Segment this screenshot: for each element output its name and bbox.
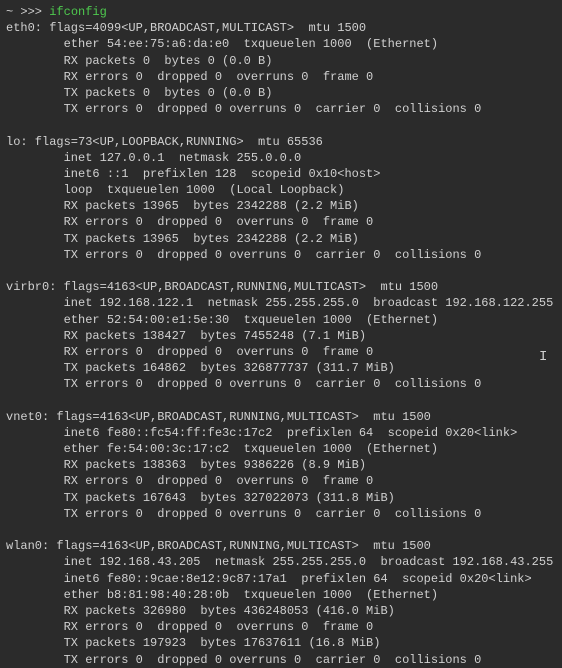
output-line: RX errors 0 dropped 0 overruns 0 frame 0 (6, 473, 556, 489)
interface-block-virbr0: virbr0: flags=4163<UP,BROADCAST,RUNNING,… (6, 279, 556, 392)
output-line: inet6 fe80::fc54:ff:fe3c:17c2 prefixlen … (6, 425, 556, 441)
output-line: TX errors 0 dropped 0 overruns 0 carrier… (6, 506, 556, 522)
output-line: inet6 ::1 prefixlen 128 scopeid 0x10<hos… (6, 166, 556, 182)
output-line: RX packets 138363 bytes 9386226 (8.9 MiB… (6, 457, 556, 473)
output-line: inet 127.0.0.1 netmask 255.0.0.0 (6, 150, 556, 166)
blank-line (6, 263, 556, 279)
output-line: TX packets 164862 bytes 326877737 (311.7… (6, 360, 556, 376)
output-line: ether 52:54:00:e1:5e:30 txqueuelen 1000 … (6, 312, 556, 328)
output-line: RX errors 0 dropped 0 overruns 0 frame 0 (6, 69, 556, 85)
terminal-output[interactable]: eth0: flags=4099<UP,BROADCAST,MULTICAST>… (6, 20, 556, 668)
output-line: loop txqueuelen 1000 (Local Loopback) (6, 182, 556, 198)
interface-block-eth0: eth0: flags=4099<UP,BROADCAST,MULTICAST>… (6, 20, 556, 117)
interface-header: eth0: flags=4099<UP,BROADCAST,MULTICAST>… (6, 20, 556, 36)
output-line: TX packets 197923 bytes 17637611 (16.8 M… (6, 635, 556, 651)
output-line: RX packets 326980 bytes 436248053 (416.0… (6, 603, 556, 619)
command-text: ifconfig (49, 5, 107, 19)
output-line: TX errors 0 dropped 0 overruns 0 carrier… (6, 101, 556, 117)
output-line: TX errors 0 dropped 0 overruns 0 carrier… (6, 376, 556, 392)
output-line: RX packets 138427 bytes 7455248 (7.1 MiB… (6, 328, 556, 344)
output-line: RX packets 13965 bytes 2342288 (2.2 MiB) (6, 198, 556, 214)
interface-block-lo: lo: flags=73<UP,LOOPBACK,RUNNING> mtu 65… (6, 134, 556, 264)
interface-header: wlan0: flags=4163<UP,BROADCAST,RUNNING,M… (6, 538, 556, 554)
output-line: RX errors 0 dropped 0 overruns 0 frame 0 (6, 344, 556, 360)
output-line: TX packets 0 bytes 0 (0.0 B) (6, 85, 556, 101)
output-line: TX packets 13965 bytes 2342288 (2.2 MiB) (6, 231, 556, 247)
prompt-line[interactable]: ~ >>> ifconfig (6, 4, 556, 20)
output-line: inet 192.168.122.1 netmask 255.255.255.0… (6, 295, 556, 311)
output-line: inet6 fe80::9cae:8e12:9c87:17a1 prefixle… (6, 571, 556, 587)
interface-block-wlan0: wlan0: flags=4163<UP,BROADCAST,RUNNING,M… (6, 538, 556, 668)
output-line: RX errors 0 dropped 0 overruns 0 frame 0 (6, 214, 556, 230)
output-line: TX packets 167643 bytes 327022073 (311.8… (6, 490, 556, 506)
output-line: RX packets 0 bytes 0 (0.0 B) (6, 53, 556, 69)
output-line: ether 54:ee:75:a6:da:e0 txqueuelen 1000 … (6, 36, 556, 52)
output-line: TX errors 0 dropped 0 overruns 0 carrier… (6, 652, 556, 668)
output-line: TX errors 0 dropped 0 overruns 0 carrier… (6, 247, 556, 263)
interface-header: lo: flags=73<UP,LOOPBACK,RUNNING> mtu 65… (6, 134, 556, 150)
prompt-prefix: ~ >>> (6, 5, 49, 19)
blank-line (6, 522, 556, 538)
output-line: ether b8:81:98:40:28:0b txqueuelen 1000 … (6, 587, 556, 603)
blank-line (6, 117, 556, 133)
output-line: ether fe:54:00:3c:17:c2 txqueuelen 1000 … (6, 441, 556, 457)
output-line: inet 192.168.43.205 netmask 255.255.255.… (6, 554, 556, 570)
interface-header: virbr0: flags=4163<UP,BROADCAST,RUNNING,… (6, 279, 556, 295)
blank-line (6, 393, 556, 409)
interface-block-vnet0: vnet0: flags=4163<UP,BROADCAST,RUNNING,M… (6, 409, 556, 522)
interface-header: vnet0: flags=4163<UP,BROADCAST,RUNNING,M… (6, 409, 556, 425)
